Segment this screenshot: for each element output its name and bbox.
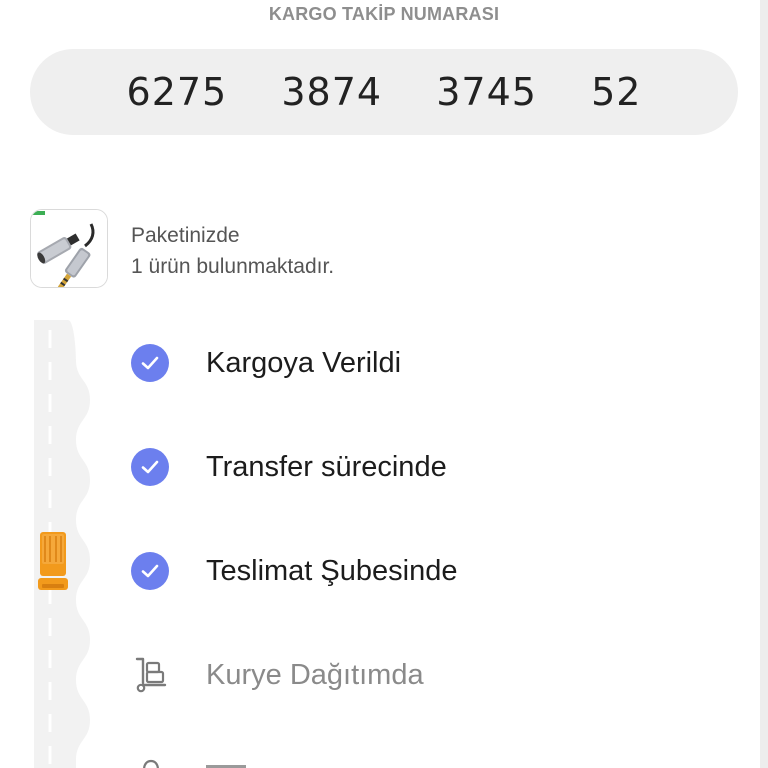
next-step-cutoff — [206, 760, 246, 768]
shipment-tracking-page: KARGO TAKİP NUMARASI 6275 3874 3745 52 P… — [0, 0, 768, 768]
check-icon — [131, 344, 169, 382]
package-info-line1: Paketinizde — [131, 224, 240, 247]
step-label: Kurye Dağıtımda — [206, 658, 424, 691]
step-label: Transfer sürecinde — [206, 450, 447, 483]
step-kargoya-verildi: Kargoya Verildi — [130, 343, 401, 383]
hand-truck-icon — [130, 655, 170, 695]
scrollbar[interactable] — [760, 0, 768, 768]
package-info-line2: 1 ürün bulunmaktadır. — [131, 255, 335, 278]
location-pin-icon — [143, 759, 159, 768]
shipment-progress-road — [34, 320, 90, 768]
tracking-number-field[interactable]: 6275 3874 3745 52 — [30, 49, 738, 135]
check-icon — [131, 552, 169, 590]
audio-cable-image — [31, 210, 107, 287]
step-teslimat-subesinde: Teslimat Şubesinde — [130, 551, 457, 591]
step-kurye-dagitimda: Kurye Dağıtımda — [130, 655, 424, 695]
tracking-number-label: KARGO TAKİP NUMARASI — [268, 4, 500, 24]
check-icon — [131, 448, 169, 486]
step-transfer-surecinde: Transfer sürecinde — [130, 447, 447, 487]
step-label: Teslimat Şubesinde — [206, 554, 458, 587]
tracking-number: 6275 3874 3745 52 — [126, 70, 642, 114]
package-info: Paketinizde 1 ürün bulunmaktadır. — [131, 220, 334, 282]
product-thumbnail[interactable] — [30, 209, 108, 288]
truck-icon — [38, 532, 68, 590]
step-label: Kargoya Verildi — [206, 346, 402, 379]
